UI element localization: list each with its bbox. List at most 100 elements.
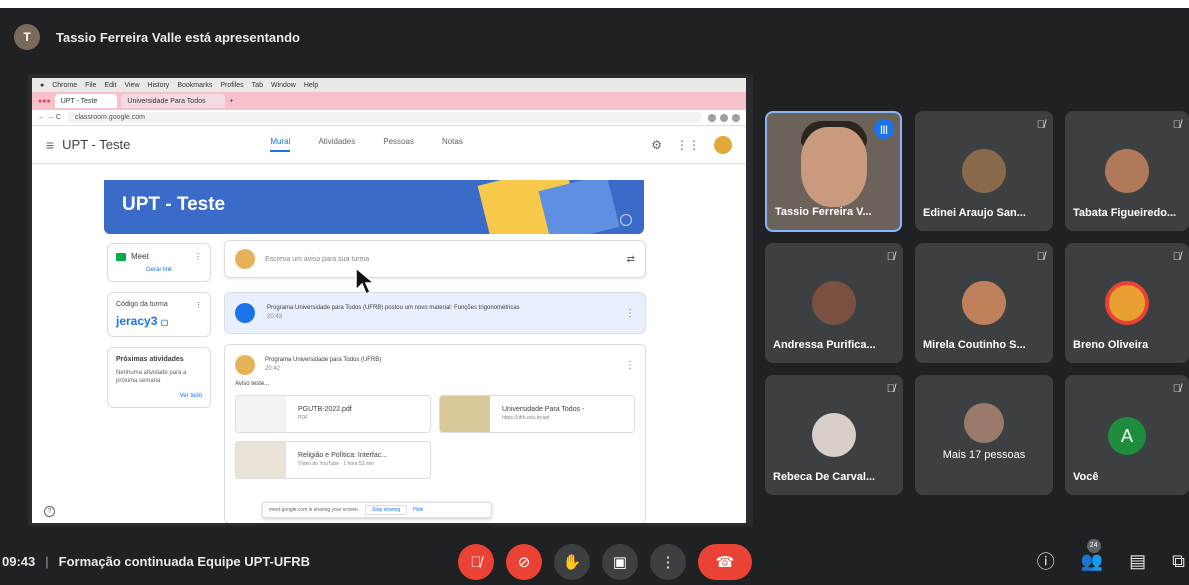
mac-menu-bar: ● Chrome File Edit View History Bookmark… <box>32 78 746 92</box>
post-header: Programa Universidade para Todos (UFRB) … <box>235 355 635 375</box>
attachment: PGUTB-2022.pdf PDF <box>235 395 431 433</box>
post-body: Aviso teste... <box>235 381 270 387</box>
avatar <box>962 281 1006 325</box>
material-icon <box>235 303 255 323</box>
more-options-button[interactable]: ⋮ <box>650 544 686 580</box>
mic-off-icon: 🎙̸ <box>886 251 895 263</box>
participant-tile[interactable]: 🎙̸ Edinei Araujo San... <box>915 111 1053 231</box>
classroom-header: ≡ UPT - Teste Mural Atividades Pessoas N… <box>32 126 746 164</box>
camera-off-icon: ⊘ <box>517 554 531 571</box>
participant-name: Você <box>1073 471 1099 483</box>
pdf-thumbnail <box>236 396 286 432</box>
avatar <box>962 149 1006 193</box>
attachment-title: PGUTB-2022.pdf <box>298 406 352 413</box>
sharing-message: meet.google.com is sharing your screen. <box>269 507 360 513</box>
menu-bookmarks: Bookmarks <box>177 81 213 89</box>
participant-tile[interactable]: 🎙̸ Mirela Coutinho S... <box>915 243 1053 363</box>
tab-atividades: Atividades <box>318 137 356 146</box>
participant-tile[interactable]: 🎙̸ Tabata Figueiredo... <box>1065 111 1189 231</box>
mic-toggle-button[interactable]: 🎙̸ <box>458 544 494 580</box>
browser-url-bar: ← → C classroom.google.com <box>32 110 746 126</box>
left-column: Meet ⋮ Gerar link Código da turma ⋮ jera… <box>107 243 211 418</box>
fullscreen-icon: ▢ <box>160 318 169 327</box>
material-post: Programa Universidade para Todos (UFRB) … <box>224 292 646 334</box>
window-controls-icon: ●●● <box>38 97 51 105</box>
attachment-sub: Vídeo do YouTube · 1 hora 52 min <box>298 461 374 467</box>
classroom-nav-tabs: Mural Atividades Pessoas Notas <box>270 137 463 152</box>
participant-tile[interactable]: ||| Tassio Ferreira V... <box>765 111 902 232</box>
class-code-text: jeracy3 <box>116 314 158 328</box>
announcement-post: Programa Universidade para Todos (UFRB) … <box>224 344 646 523</box>
post-date: 20:42 <box>265 366 281 372</box>
participant-name: Rebeca De Carval... <box>773 471 876 483</box>
people-button[interactable]: 👥 24 <box>1081 538 1103 572</box>
material-text: Programa Universidade para Todos (UFRB) … <box>267 304 625 322</box>
meet-link: Gerar link <box>145 267 172 273</box>
camera-toggle-button[interactable]: ⊘ <box>506 544 542 580</box>
more-people-tile[interactable]: Mais 17 pessoas <box>915 375 1053 495</box>
more-people-label: Mais 17 pessoas <box>942 449 1026 461</box>
raise-hand-icon: ✋ <box>562 554 582 571</box>
meeting-info: 09:43 | Formação continuada Equipe UPT-UFR… <box>2 554 310 569</box>
class-code-label-text: Código da turma <box>116 301 168 308</box>
meeting-separator: | <box>45 554 49 569</box>
present-button[interactable]: ▣ <box>602 544 638 580</box>
meet-title: Meet ⋮ <box>116 252 202 261</box>
mic-off-icon: 🎙̸ <box>1172 251 1181 263</box>
participant-name: Tabata Figueiredo... <box>1073 207 1177 219</box>
announcement-box: Escreva um aviso para sua turma ⇄ <box>224 240 646 278</box>
repost-icon: ⇄ <box>626 253 635 265</box>
extensions <box>708 113 740 122</box>
class-title-nav: UPT - Teste <box>62 137 131 152</box>
info-icon <box>620 214 632 226</box>
participant-tile[interactable]: 🎙̸ Rebeca De Carval... <box>765 375 903 495</box>
class-stream: Escreva um aviso para sua turma ⇄ Progra… <box>224 240 646 523</box>
attachment-text: Religião e Política: Interfac... Vídeo d… <box>298 451 387 469</box>
url-field: classroom.google.com <box>66 112 702 123</box>
tab-pessoas: Pessoas <box>383 137 414 146</box>
participant-tile[interactable]: 🎙̸ Andressa Purifica... <box>765 243 903 363</box>
post-author: Programa Universidade para Todos (UFRB) … <box>265 356 625 374</box>
nav-arrows-icon: ← → C <box>38 114 61 121</box>
announcement-placeholder: Escreva um aviso para sua turma <box>265 255 370 263</box>
menu-chrome: Chrome <box>52 81 78 89</box>
people-count-badge: 24 <box>1086 538 1101 553</box>
screen-sharing-notice: meet.google.com is sharing your screen. … <box>262 502 492 518</box>
class-code-value: jeracy3 ▢ <box>116 314 202 328</box>
info-icon[interactable]: ⓘ <box>1037 548 1055 574</box>
participant-name: Mirela Coutinho S... <box>923 339 1026 351</box>
upcoming-text: Nenhuma atividade para a próxima semana <box>116 370 187 384</box>
menu-file: File <box>85 81 97 89</box>
browser-tab: UPT - Teste <box>54 94 118 108</box>
more-icon: ⋮ <box>625 359 635 371</box>
meeting-time: 09:43 <box>2 554 36 569</box>
avatar <box>235 249 255 269</box>
presenter-text: Tassio Ferreira Valle está apresentando <box>56 29 300 45</box>
avatar <box>1105 149 1149 193</box>
menu-view: View <box>124 81 140 89</box>
chat-icon[interactable]: ▤ <box>1129 551 1146 572</box>
settings-icon: ⚙ <box>651 137 662 152</box>
help-icon: ? <box>44 506 55 517</box>
self-tile[interactable]: 🎙̸ A Você <box>1065 375 1189 495</box>
video-thumbnail <box>236 442 286 478</box>
menu-profiles: Profiles <box>220 81 244 89</box>
more-icon: ⋮ <box>660 554 676 571</box>
extension-icon <box>708 113 716 122</box>
participant-tile[interactable]: 🎙̸ Breno Oliveira <box>1065 243 1189 363</box>
raise-hand-button[interactable]: ✋ <box>554 544 590 580</box>
class-banner: UPT - Teste <box>104 180 644 234</box>
menu-tab: Tab <box>251 81 263 89</box>
participant-video <box>801 127 867 207</box>
apps-icon: ⋮⋮ <box>676 137 700 152</box>
shared-screen[interactable]: ● Chrome File Edit View History Bookmark… <box>32 78 746 523</box>
top-strip <box>0 0 1189 8</box>
mouse-cursor-icon <box>355 266 376 296</box>
hide-button: Hide <box>413 507 424 513</box>
avatar <box>235 355 255 375</box>
presenter-bar: T Tassio Ferreira Valle está apresentand… <box>0 8 1189 66</box>
participant-name: Breno Oliveira <box>1073 339 1149 351</box>
activities-icon[interactable]: ⧉ <box>1172 551 1185 572</box>
hangup-button[interactable]: ☎ <box>698 544 752 580</box>
mic-off-icon: 🎙̸ <box>1036 119 1045 131</box>
